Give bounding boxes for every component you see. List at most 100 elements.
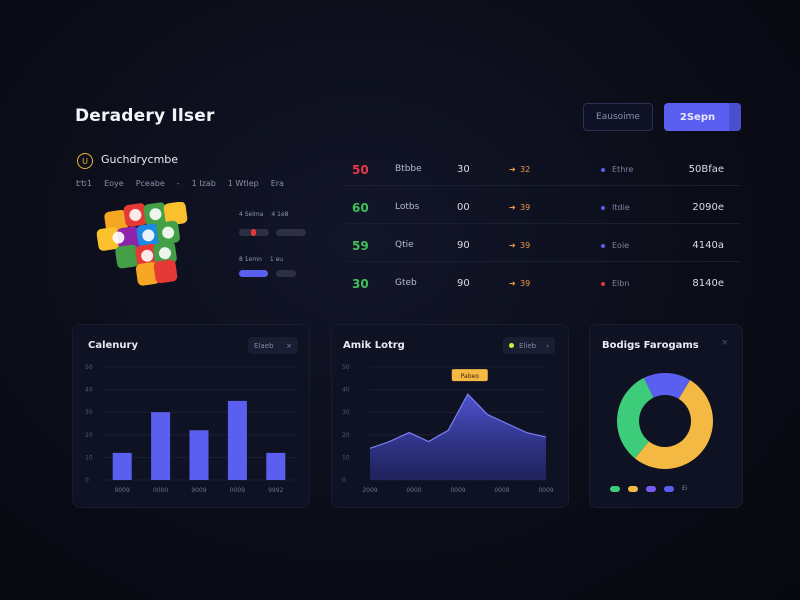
area-chart-filter[interactable]: Elieb ›	[503, 337, 555, 354]
x-tick-label: 0009	[494, 487, 509, 494]
trend-arrow-icon: ➜	[509, 279, 516, 288]
secondary-button[interactable]: Eausoime	[583, 103, 653, 131]
area-chart-filter-label: Elieb	[519, 341, 537, 350]
bar-chart-filter-label: Elaeb	[254, 341, 274, 350]
progress-marker	[251, 229, 256, 236]
bar-chart-svg: 0 10 20 30 40 50 9009 0000 9009 0009 9992	[85, 364, 295, 494]
profile-meta-item: -	[176, 179, 180, 188]
row-value: 90	[457, 278, 470, 289]
row-total: 2090e	[692, 202, 724, 213]
app-icon	[153, 259, 178, 284]
mini-stat-label: 8 1emn	[239, 256, 262, 263]
row-label: Ethre	[612, 165, 634, 174]
row-score: 30	[352, 277, 369, 291]
x-tick-label: 9009	[115, 487, 130, 494]
x-tick-label: 0000	[153, 487, 168, 494]
y-tick-label: 40	[342, 387, 350, 394]
close-icon[interactable]: ×	[721, 338, 729, 348]
legend-swatch	[646, 485, 656, 492]
primary-button[interactable]: 2Sepn	[664, 103, 741, 131]
status-dot	[601, 244, 605, 248]
app-icon	[115, 244, 139, 269]
bar-chart-title: Calenury	[88, 340, 138, 351]
row-divider	[345, 261, 740, 262]
row-total: 50Bfae	[688, 164, 724, 175]
row-change: 39	[520, 279, 531, 288]
x-tick-label: 9009	[191, 487, 206, 494]
row-name: Gteb	[395, 278, 417, 288]
row-value: 00	[457, 202, 470, 213]
donut-chart-svg	[617, 373, 713, 469]
row-change: 32	[520, 165, 531, 174]
row-value: 30	[457, 164, 470, 175]
trend-arrow-icon: ➜	[509, 165, 516, 174]
mini-stat-row: 8 1emn 1 eu	[239, 256, 283, 263]
row-divider	[345, 185, 740, 186]
x-tick-label: 9992	[268, 487, 283, 494]
x-tick-label: 2009	[362, 487, 377, 494]
profile-meta-item: ԷԵ1	[76, 179, 93, 188]
y-tick-label: 30	[85, 409, 93, 416]
bar	[151, 412, 171, 480]
mini-stat-label: 4 Selma	[239, 211, 264, 218]
y-tick-label: 30	[342, 409, 350, 416]
y-tick-label: 20	[342, 432, 350, 439]
row-name: Btbbe	[395, 164, 422, 174]
app-icons-cluster	[96, 202, 188, 286]
donut-legend: Ei	[610, 485, 687, 492]
y-tick-label: 10	[342, 454, 350, 461]
row-score: 59	[352, 239, 369, 253]
y-tick-label: 0	[85, 477, 89, 484]
y-tick-label: 40	[85, 387, 93, 394]
area-chart-svg: 0 10 20 30 40 50 Pabeo 2009 0000 0009 0009 0009	[342, 364, 554, 494]
status-dot	[601, 282, 605, 286]
legend-swatch	[664, 485, 674, 492]
row-total: 4140a	[692, 240, 724, 251]
chevron-right-icon[interactable]: ›	[546, 342, 549, 350]
x-tick-label: 0009	[450, 487, 465, 494]
progress-fill	[239, 270, 268, 277]
bar-chart-filter[interactable]: Elaeb ×	[248, 337, 298, 354]
bar	[112, 452, 132, 480]
profile-meta-item: 1 Izab	[191, 179, 216, 188]
y-tick-label: 50	[85, 364, 93, 371]
bar	[266, 452, 286, 480]
mini-stat-label: 1 eu	[269, 256, 284, 263]
row-change: 39	[520, 203, 531, 212]
row-label: Elbn	[612, 279, 630, 288]
row-score: 60	[352, 201, 369, 215]
legend-swatch	[628, 485, 638, 492]
area-chart-title: Amik Lotrg	[343, 340, 405, 351]
status-dot	[601, 206, 605, 210]
trend-arrow-icon: ➜	[509, 203, 516, 212]
area-fill	[370, 394, 546, 480]
row-score: 50	[352, 163, 369, 177]
row-value: 90	[457, 240, 470, 251]
row-label: Eoie	[612, 241, 630, 250]
profile-name: Guchdrycmbe	[101, 153, 179, 166]
progress-track	[276, 229, 306, 236]
tooltip-label: Pabeo	[461, 373, 480, 380]
row-label: Itdie	[612, 203, 630, 212]
legend-label: Ei	[682, 485, 688, 492]
mini-stat-label: 4 1e8	[271, 211, 289, 218]
row-total: 8140e	[692, 278, 724, 289]
primary-button-label: 2Sepn	[679, 111, 716, 123]
brand-badge-icon: U	[77, 153, 93, 169]
x-tick-label: 0000	[406, 487, 421, 494]
status-dot	[601, 168, 605, 172]
profile-meta-item: 1 Wtlep	[227, 179, 259, 188]
close-icon[interactable]: ×	[286, 342, 292, 350]
page-title: Deradery Ilser	[75, 106, 215, 126]
donut-chart-title: Bodigs Farogams	[602, 340, 699, 351]
profile-meta-item: Pceabe	[135, 179, 165, 188]
row-divider	[345, 223, 740, 224]
bar	[227, 400, 247, 480]
y-tick-label: 0	[342, 477, 346, 484]
y-tick-label: 20	[85, 432, 93, 439]
trend-arrow-icon: ➜	[509, 241, 516, 250]
profile-meta: ԷԵ1 Eoye Pceabe - 1 Izab 1 Wtlep Era	[76, 179, 284, 188]
row-change: 39	[520, 241, 531, 250]
row-name: Lotbs	[395, 202, 420, 212]
mini-stat-row: 4 Selma 4 1e8	[239, 211, 288, 218]
